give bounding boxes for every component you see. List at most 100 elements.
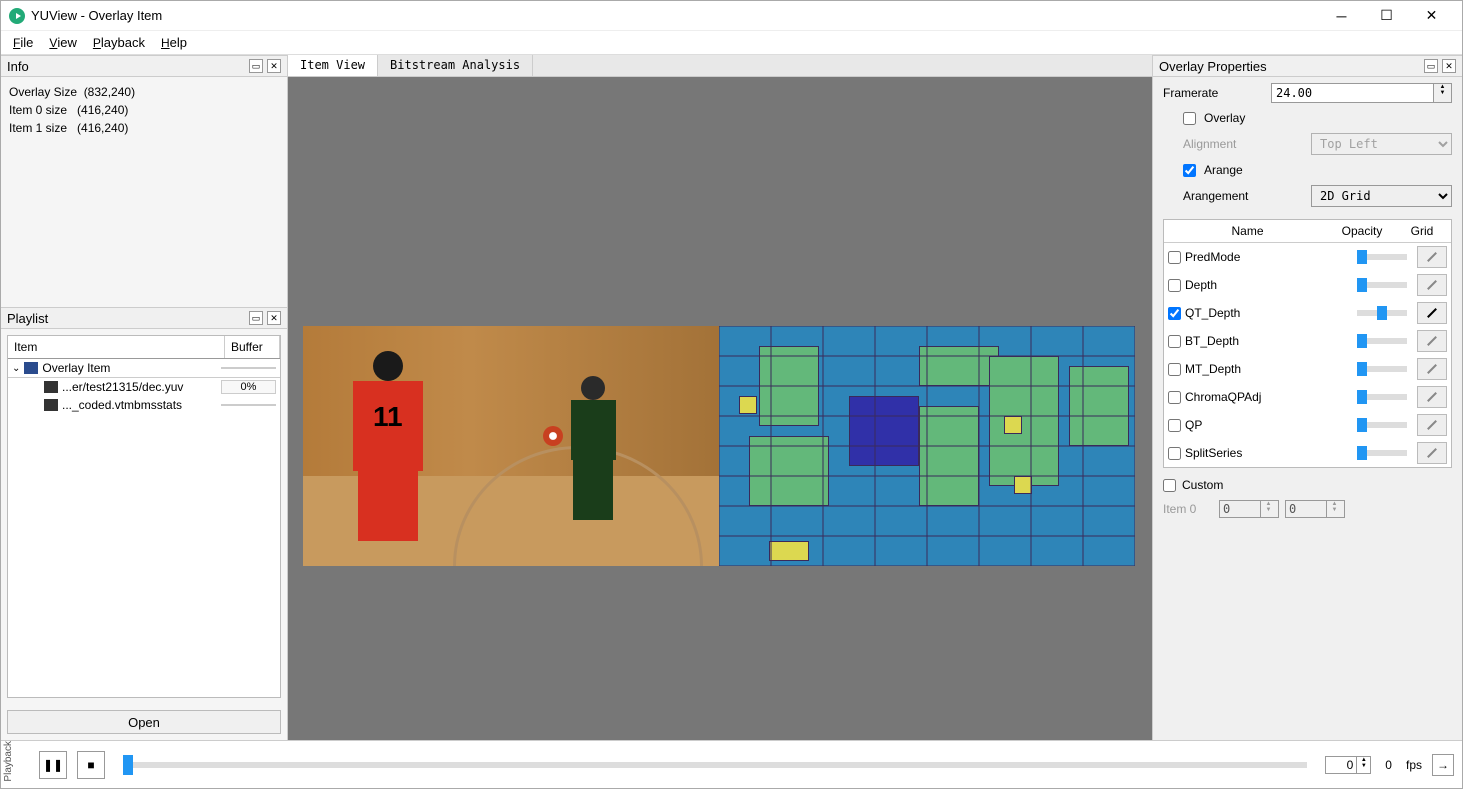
overlay-name-PredMode: PredMode — [1185, 250, 1240, 264]
overlay-name-Depth: Depth — [1185, 278, 1217, 292]
alignment-label: Alignment — [1183, 137, 1303, 151]
playback-title: Playback — [3, 741, 14, 782]
expand-icon[interactable]: ⌄ — [12, 363, 20, 374]
playlist-col-buffer: Buffer — [225, 336, 280, 358]
overlay-check-SplitSeries[interactable] — [1168, 447, 1181, 460]
overlay-name-QT_Depth: QT_Depth — [1185, 306, 1240, 320]
playlist-item-0[interactable]: ...er/test21315/dec.yuv — [62, 380, 183, 394]
opacity-slider-Depth[interactable] — [1357, 282, 1407, 288]
properties-header: Overlay Properties ▭ ✕ — [1153, 55, 1462, 77]
title-bar: YUView - Overlay Item ─ ☐ ✕ — [1, 1, 1462, 31]
overlay-name-MT_Depth: MT_Depth — [1185, 362, 1241, 376]
overlay-check-BT_Depth[interactable] — [1168, 335, 1181, 348]
stop-button[interactable]: ■ — [77, 751, 105, 779]
edit-button-ChromaQPAdj[interactable] — [1417, 386, 1447, 408]
close-button[interactable]: ✕ — [1409, 1, 1454, 31]
info-body: Overlay Size (832,240) Item 0 size (416,… — [1, 77, 287, 307]
tab-item-view[interactable]: Item View — [288, 55, 378, 76]
col-grid: Grid — [1397, 224, 1447, 238]
playlist-tree[interactable]: Item Buffer ⌄ Overlay Item ...er/test213… — [7, 335, 281, 698]
col-name: Name — [1168, 224, 1327, 238]
edit-button-QT_Depth[interactable] — [1417, 302, 1447, 324]
properties-title: Overlay Properties — [1159, 59, 1420, 74]
opacity-slider-PredMode[interactable] — [1357, 254, 1407, 260]
arangement-label: Arangement — [1183, 189, 1303, 203]
overlay-check-PredMode[interactable] — [1168, 251, 1181, 264]
overlay-check-QT_Depth[interactable] — [1168, 307, 1181, 320]
maximize-button[interactable]: ☐ — [1364, 1, 1409, 31]
item0-b-input — [1286, 501, 1326, 517]
playlist-close-button[interactable]: ✕ — [267, 311, 281, 325]
arange-checkbox[interactable] — [1183, 164, 1196, 177]
menu-view[interactable]: View — [49, 35, 77, 50]
frame-input[interactable] — [1326, 757, 1356, 773]
playlist-panel-header: Playlist ▭ ✕ — [1, 307, 287, 329]
edit-button-QP[interactable] — [1417, 414, 1447, 436]
playback-bar: Playback ❚❚ ■ ▲▼ 0 fps → — [1, 740, 1462, 788]
properties-close-button[interactable]: ✕ — [1442, 59, 1456, 73]
overlay-check-ChromaQPAdj[interactable] — [1168, 391, 1181, 404]
playlist-root[interactable]: Overlay Item — [42, 361, 110, 375]
menu-bar: File View Playback Help — [1, 31, 1462, 55]
overlay-label: Overlay — [1204, 111, 1245, 125]
open-button[interactable]: Open — [7, 710, 281, 734]
film-icon — [44, 381, 58, 393]
overlay-name-SplitSeries: SplitSeries — [1185, 446, 1242, 460]
edit-button-SplitSeries[interactable] — [1417, 442, 1447, 464]
frame-slider[interactable] — [123, 762, 1307, 768]
playlist-title: Playlist — [7, 311, 245, 326]
opacity-slider-MT_Depth[interactable] — [1357, 366, 1407, 372]
playlist-col-item: Item — [8, 336, 225, 358]
custom-checkbox[interactable] — [1163, 479, 1176, 492]
alignment-select: Top Left — [1311, 133, 1452, 155]
edit-button-Depth[interactable] — [1417, 274, 1447, 296]
framerate-input[interactable] — [1271, 83, 1434, 103]
overlay-check-MT_Depth[interactable] — [1168, 363, 1181, 376]
buffer-1 — [221, 404, 276, 406]
buffer-0: 0% — [221, 380, 276, 394]
root-buffer — [221, 367, 276, 369]
menu-playback[interactable]: Playback — [93, 35, 145, 50]
opacity-slider-QT_Depth[interactable] — [1357, 310, 1407, 316]
app-icon — [9, 8, 25, 24]
custom-label: Custom — [1182, 478, 1223, 492]
minimize-button[interactable]: ─ — [1319, 1, 1364, 31]
opacity-slider-QP[interactable] — [1357, 422, 1407, 428]
properties-undock-button[interactable]: ▭ — [1424, 59, 1438, 73]
edit-button-PredMode[interactable] — [1417, 246, 1447, 268]
framerate-spinner[interactable]: ▲▼ — [1434, 83, 1452, 103]
viewport[interactable]: 11 — [288, 77, 1152, 740]
overlay-list: Name Opacity Grid PredMode Depth QT_Dept… — [1163, 219, 1452, 468]
overlay-check-QP[interactable] — [1168, 419, 1181, 432]
menu-file[interactable]: File — [13, 35, 33, 50]
info-undock-button[interactable]: ▭ — [249, 59, 263, 73]
overlay-name-BT_Depth: BT_Depth — [1185, 334, 1239, 348]
opacity-slider-SplitSeries[interactable] — [1357, 450, 1407, 456]
pause-button[interactable]: ❚❚ — [39, 751, 67, 779]
overlay-checkbox[interactable] — [1183, 112, 1196, 125]
arange-label: Arange — [1204, 163, 1243, 177]
menu-help[interactable]: Help — [161, 35, 187, 50]
arangement-select[interactable]: 2D Grid — [1311, 185, 1452, 207]
info-panel-header: Info ▭ ✕ — [1, 55, 287, 77]
opacity-slider-BT_Depth[interactable] — [1357, 338, 1407, 344]
item0-label: Item 0 — [1163, 502, 1213, 516]
edit-button-MT_Depth[interactable] — [1417, 358, 1447, 380]
overlay-image: 11 — [303, 326, 1135, 566]
fps-label: fps — [1406, 758, 1422, 772]
overlay-name-QP: QP — [1185, 418, 1202, 432]
frame-spinner[interactable]: ▲▼ — [1356, 757, 1370, 773]
partition-grid — [719, 326, 1135, 566]
opacity-slider-ChromaQPAdj[interactable] — [1357, 394, 1407, 400]
tab-bitstream[interactable]: Bitstream Analysis — [378, 55, 533, 76]
col-opacity: Opacity — [1327, 224, 1397, 238]
info-close-button[interactable]: ✕ — [267, 59, 281, 73]
edit-button-BT_Depth[interactable] — [1417, 330, 1447, 352]
overlay-name-ChromaQPAdj: ChromaQPAdj — [1185, 390, 1261, 404]
repeat-button[interactable]: → — [1432, 754, 1454, 776]
playlist-item-1[interactable]: ..._coded.vtmbmsstats — [62, 398, 182, 412]
playlist-undock-button[interactable]: ▭ — [249, 311, 263, 325]
overlay-check-Depth[interactable] — [1168, 279, 1181, 292]
video-frame: 11 — [303, 326, 719, 566]
window-title: YUView - Overlay Item — [31, 8, 1319, 23]
